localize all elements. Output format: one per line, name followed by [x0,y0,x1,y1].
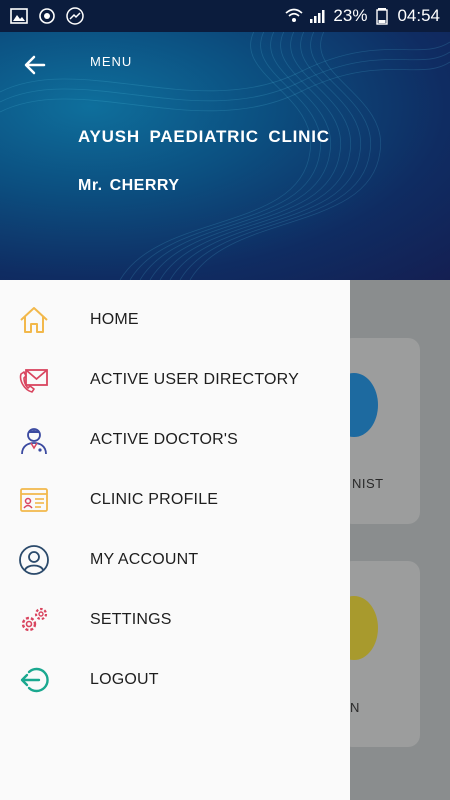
back-button[interactable] [20,50,50,80]
menu-item-active-user-directory[interactable]: ACTIVE USER DIRECTORY [0,350,350,410]
signal-icon [309,7,327,25]
menu-item-logout[interactable]: LOGOUT [0,650,350,710]
clock: 04:54 [397,6,440,25]
doctor-icon [18,424,50,456]
sync-icon [38,7,56,25]
logout-icon [18,664,50,696]
wifi-icon [285,7,303,25]
home-icon [18,304,50,336]
menu-item-settings[interactable]: SETTINGS [0,590,350,650]
battery-percent: 23% [333,6,368,25]
gears-icon [18,604,50,636]
background-card-label: NIST [352,476,384,491]
menu-item-label: MY ACCOUNT [90,551,199,568]
menu-item-label: ACTIVE DOCTOR'S [90,431,238,448]
mail-phone-icon [18,364,50,396]
gallery-icon [10,7,28,25]
trend-icon [66,7,84,25]
menu-item-label: ACTIVE USER DIRECTORY [90,371,299,388]
menu-item-active-doctors[interactable]: ACTIVE DOCTOR'S [0,410,350,470]
menu-item-label: SETTINGS [90,611,172,628]
user-name: Mr. CHERRY [78,177,180,194]
background-card-label: N [350,700,360,715]
clinic-name: AYUSH PAEDIATRIC CLINIC [78,127,330,146]
menu-item-label: HOME [90,311,139,328]
profile-card-icon [18,484,50,516]
menu-title: MENU [90,54,133,69]
menu-item-clinic-profile[interactable]: CLINIC PROFILE [0,470,350,530]
menu-item-my-account[interactable]: MY ACCOUNT [0,530,350,590]
wave-background [0,32,450,280]
battery-icon [373,7,391,25]
navigation-drawer: HOME ACTIVE USER DIRECTORY ACTIVE DOCTOR… [0,280,350,800]
drawer-header: MENU AYUSH PAEDIATRIC CLINIC Mr. CHERRY [0,32,450,280]
arrow-left-icon [24,55,46,75]
status-bar: 23% 04:54 [0,0,450,32]
menu-item-home[interactable]: HOME [0,290,350,350]
menu-item-label: CLINIC PROFILE [90,491,219,508]
menu-item-label: LOGOUT [90,671,159,688]
account-icon [18,544,50,576]
